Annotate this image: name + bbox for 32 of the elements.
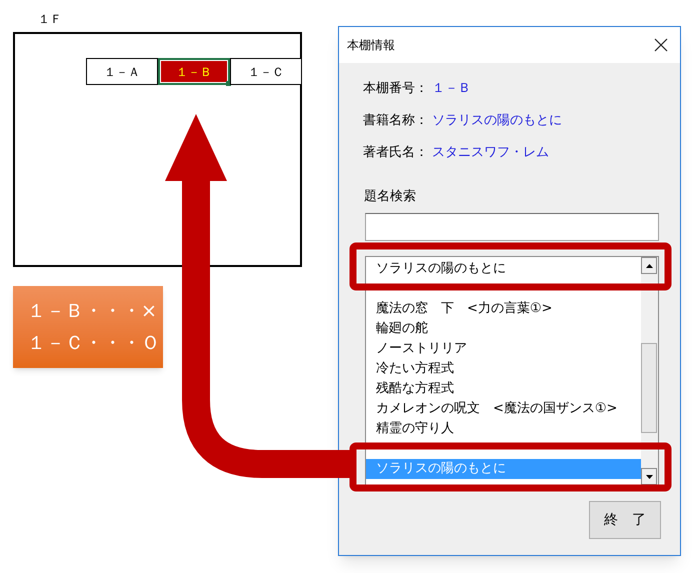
list-item[interactable]: 冷たい方程式 (366, 359, 641, 379)
shelf-cell[interactable]: １－Ｃ (230, 58, 302, 85)
field-label: 書籍名称： (363, 112, 428, 130)
floor-label: １Ｆ (38, 11, 62, 28)
scroll-thumb[interactable] (641, 343, 657, 433)
list-item[interactable]: 魔法の窓 下 <力の言葉①> (366, 299, 641, 319)
list-item[interactable]: 残酷な方程式 (366, 379, 641, 399)
list-item[interactable]: ノーストリリア (366, 339, 641, 359)
window-title: 本棚情報 (347, 37, 395, 54)
scroll-up-button[interactable] (641, 257, 657, 274)
scroll-down-button[interactable] (641, 468, 657, 485)
field-value: スタニスワフ・レム (432, 144, 549, 162)
shelf-cell[interactable]: １－Ｂ (158, 58, 230, 85)
list-box[interactable]: ソラリスの陽のもとに 魔法の窓 下 <力の言葉①> 輪廻の舵 ノーストリリア 冷たい方程式 残酷な方程式 カメレオンの呪文 <魔法の国ザンス①> 精霊の守り人 ソラリスの陽のもとに (365, 256, 659, 486)
up-arrow-icon (646, 264, 652, 268)
down-arrow-icon (646, 474, 652, 478)
search-label: 題名検索 (364, 188, 416, 206)
close-button[interactable]: 終 了 (589, 501, 661, 539)
list-item[interactable]: 輪廻の舵 (366, 319, 641, 339)
scrollbar[interactable] (641, 257, 658, 485)
search-field[interactable] (365, 213, 659, 241)
note-text: １－Ｃ・・・Ｏ (27, 332, 161, 354)
shelf-cell[interactable]: １－Ａ (86, 58, 158, 85)
close-icon[interactable] (654, 38, 668, 52)
list-item[interactable]: ソラリスの陽のもとに (366, 259, 641, 279)
note-text: １－Ｂ・・・× (27, 300, 158, 322)
list-item[interactable]: 精霊の守り人 (366, 419, 641, 439)
field-value: ソラリスの陽のもとに (432, 112, 562, 130)
field-label: 本棚番号： (363, 80, 428, 98)
list-item[interactable]: カメレオンの呪文 <魔法の国ザンス①> (366, 399, 641, 419)
field-label: 著者氏名： (363, 144, 428, 162)
field-value: １－Ｂ (432, 80, 471, 98)
